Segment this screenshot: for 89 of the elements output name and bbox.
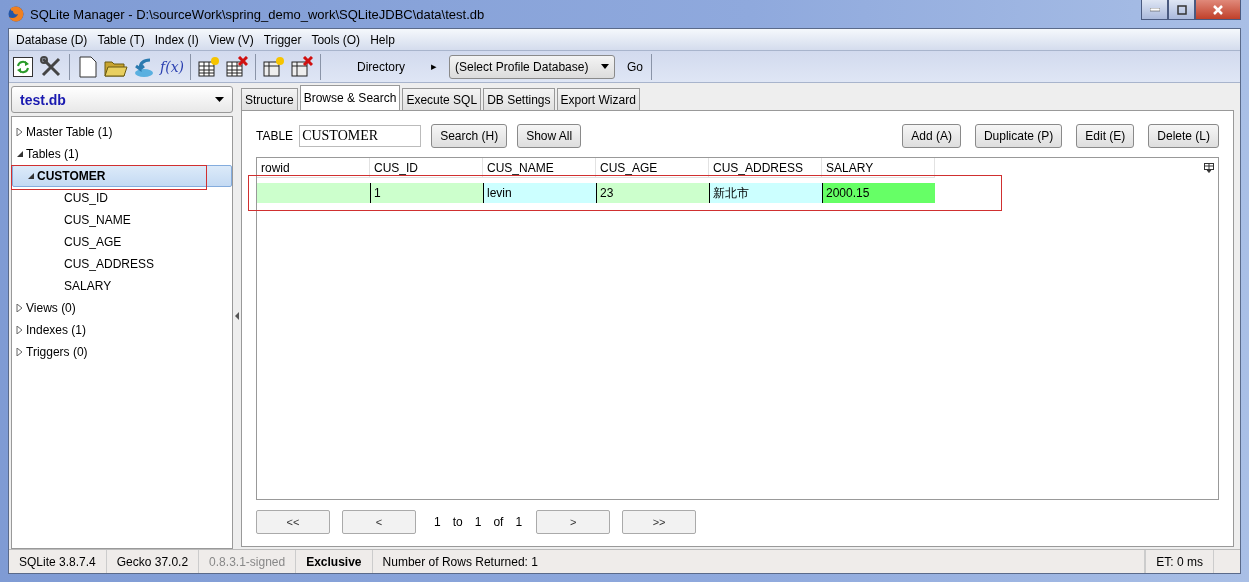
column-header[interactable]: rowid (257, 158, 370, 178)
tree-item[interactable]: SALARY (12, 275, 232, 297)
directory-label: Directory (357, 59, 406, 74)
tab[interactable]: DB Settings (483, 88, 555, 110)
page-to: 1 (474, 515, 482, 529)
status-text: Number of Rows Returned: 1 (372, 550, 1146, 573)
window-title: SQLite Manager - D:\sourceWork\spring_demo_work\SQLiteJDBC\data\test.db (30, 6, 485, 22)
collapsed-arrow-icon[interactable] (16, 128, 24, 136)
tree-item[interactable]: Tables (1) (12, 143, 232, 165)
next-page-button[interactable]: > (536, 510, 611, 534)
column-header[interactable]: SALARY (822, 158, 935, 178)
table-cell[interactable]: 1 (370, 183, 483, 203)
column-header[interactable]: CUS_AGE (596, 158, 709, 178)
dropdown-arrow-icon (215, 97, 224, 102)
maximize-icon (1176, 4, 1187, 15)
go-button[interactable]: Go (619, 53, 653, 80)
page-total: 1 (515, 515, 523, 529)
tree-item[interactable]: Indexes (1) (12, 319, 232, 341)
last-page-button[interactable]: >> (622, 510, 697, 534)
record-button[interactable]: Edit (E) (1076, 124, 1135, 148)
collapsed-arrow-icon[interactable] (16, 348, 24, 356)
directory-arrow[interactable]: ▸ (431, 60, 438, 73)
new-file-icon[interactable] (76, 54, 100, 79)
dropdown-arrow-icon (601, 64, 610, 69)
tab[interactable]: Structure (241, 88, 298, 110)
minimize-button[interactable] (1141, 0, 1168, 20)
menu-item[interactable]: View (V) (203, 32, 259, 47)
expanded-arrow-icon[interactable] (27, 172, 35, 180)
tab[interactable]: Export Wizard (556, 88, 640, 110)
menu-item[interactable]: Database (D) (11, 32, 93, 47)
table-cell[interactable] (257, 183, 370, 203)
tree-item[interactable]: CUS_ID (12, 187, 232, 209)
menu-item[interactable]: Tools (O) (306, 32, 366, 47)
new-index-icon[interactable] (263, 55, 285, 78)
collapse-arrow-icon[interactable] (235, 312, 239, 320)
table-cell[interactable]: 23 (596, 183, 709, 203)
tree-item[interactable]: Triggers (0) (12, 341, 232, 363)
status-text: 0.8.3.1-signed (199, 550, 297, 573)
column-picker-icon[interactable] (1204, 163, 1214, 173)
status-text: ET: 0 ms (1145, 550, 1214, 573)
record-button[interactable]: Delete (L) (1148, 124, 1219, 148)
tree-item[interactable]: Views (0) (12, 297, 232, 319)
of-label: of (493, 515, 504, 529)
tree-item[interactable]: Master Table (1) (12, 121, 232, 143)
menu-item[interactable]: Table (T) (92, 32, 150, 47)
tree-item[interactable]: CUS_AGE (12, 231, 232, 253)
collapsed-arrow-icon[interactable] (16, 326, 24, 334)
tree-item[interactable]: CUS_ADDRESS (12, 253, 232, 275)
menu-item[interactable]: Index (I) (149, 32, 204, 47)
delete-index-icon[interactable] (291, 55, 313, 78)
previous-page-button[interactable]: < (342, 510, 416, 534)
tab[interactable]: Execute SQL (402, 88, 482, 110)
table-cell[interactable]: levin (483, 183, 596, 203)
function-button[interactable]: f(x) (160, 58, 184, 75)
page-from: 1 (434, 515, 441, 529)
tab[interactable]: Browse & Search (299, 85, 401, 110)
close-icon (1212, 4, 1224, 15)
refresh-icon[interactable] (11, 54, 35, 79)
toolbar-button[interactable]: Show All (517, 124, 582, 148)
expanded-arrow-icon[interactable] (16, 150, 24, 158)
browser-logo-icon (8, 6, 24, 22)
column-header[interactable]: CUS_ADDRESS (709, 158, 822, 178)
delete-table-icon (226, 55, 248, 78)
menu-item[interactable]: Help (365, 32, 400, 47)
to-label: to (452, 515, 463, 529)
record-button[interactable]: Duplicate (P) (974, 124, 1063, 148)
database-select[interactable]: test.db (11, 86, 233, 113)
tools-icon[interactable] (39, 54, 63, 79)
record-button[interactable]: Add (A) (902, 124, 961, 148)
collapsed-arrow-icon[interactable] (16, 304, 24, 312)
column-header[interactable]: CUS_NAME (483, 158, 596, 178)
table-cell[interactable]: 2000.15 (822, 183, 935, 203)
tree-item[interactable]: CUS_NAME (12, 209, 232, 231)
tree-item[interactable]: CUSTOMER (12, 165, 232, 187)
table-field[interactable]: CUSTOMER (299, 125, 422, 147)
column-header[interactable]: CUS_ID (370, 158, 483, 178)
status-text: SQLite 3.8.7.4 (9, 550, 107, 573)
table-label: TABLE (256, 129, 294, 143)
menu-item[interactable]: Trigger (258, 32, 307, 47)
close-button[interactable] (1195, 0, 1241, 20)
profile-select[interactable]: (Select Profile Database) (449, 54, 616, 79)
toolbar-button[interactable]: Search (H) (431, 124, 508, 148)
status-text: Exclusive (296, 550, 373, 573)
minimize-icon (1149, 7, 1160, 12)
status-text: Gecko 37.0.2 (106, 550, 200, 573)
first-page-button[interactable]: << (256, 510, 330, 534)
new-table-icon (198, 55, 220, 78)
table-cell[interactable]: 新北市 (709, 183, 822, 203)
maximize-button[interactable] (1168, 0, 1195, 20)
